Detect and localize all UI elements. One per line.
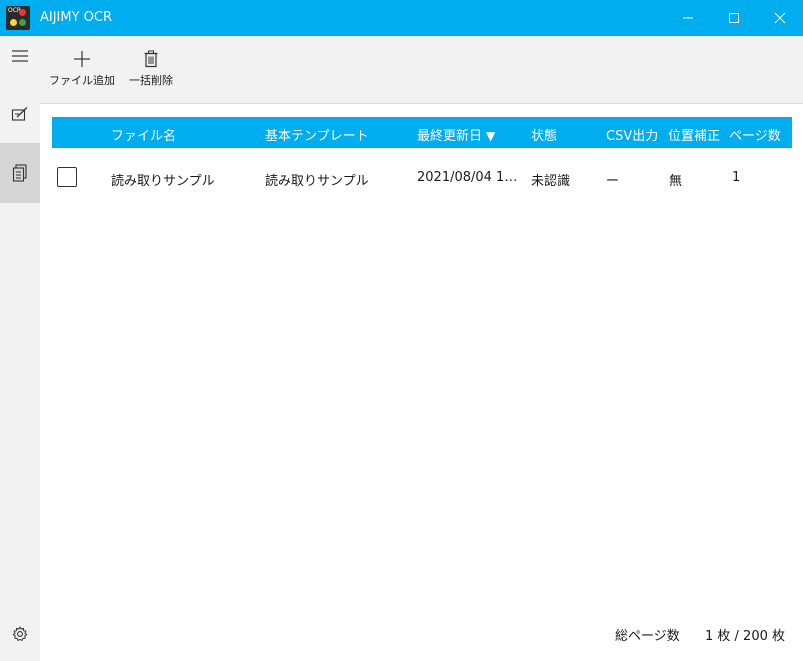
nav-item-documents[interactable] — [0, 143, 40, 203]
cell-csv-output: ー — [606, 174, 620, 189]
title-bar: OCR AIJIMY OCR — [0, 0, 803, 36]
cell-filename: 読み取りサンプル — [111, 174, 215, 189]
table-row[interactable]: 読み取りサンプル 読み取りサンプル 2021/08/04 13:... 未認識 … — [52, 148, 792, 208]
file-table: ファイル名 基本テンプレート 最終更新日 ▼ 状態 CSV出力 位置補正 ページ数… — [52, 117, 792, 208]
command-bar: ファイル追加 一括削除 — [40, 36, 803, 104]
trash-icon — [144, 50, 158, 68]
column-header-template[interactable]: 基本テンプレート — [265, 125, 369, 144]
total-pages-label: 総ページ数 — [615, 629, 680, 644]
edit-document-icon — [11, 107, 28, 121]
plus-icon — [74, 51, 90, 67]
cell-status: 未認識 — [531, 174, 571, 189]
bulk-delete-button[interactable]: 一括削除 — [124, 50, 178, 88]
page-count-value: 1 枚 / 200 枚 — [705, 629, 785, 644]
add-file-button[interactable]: ファイル追加 — [49, 50, 115, 88]
column-header-status[interactable]: 状態 — [531, 125, 557, 144]
sort-descending-icon: ▼ — [486, 129, 496, 143]
column-header-filename[interactable]: ファイル名 — [111, 125, 176, 144]
column-header-page-count[interactable]: ページ数 — [729, 125, 781, 144]
table-header: ファイル名 基本テンプレート 最終更新日 ▼ 状態 CSV出力 位置補正 ページ数 — [52, 117, 792, 148]
gear-icon — [12, 626, 28, 642]
bulk-delete-label: 一括削除 — [129, 74, 173, 87]
close-icon — [774, 12, 786, 24]
minimize-button[interactable] — [665, 0, 711, 36]
hamburger-menu-icon — [12, 50, 28, 62]
documents-icon — [12, 164, 27, 182]
add-file-label: ファイル追加 — [49, 74, 115, 87]
row-checkbox[interactable] — [57, 167, 77, 187]
navigation-rail — [0, 36, 40, 661]
cell-updated: 2021/08/04 13:... — [417, 170, 525, 185]
maximize-icon — [729, 13, 739, 23]
minimize-icon — [683, 17, 693, 19]
cell-page-count: 1 — [732, 170, 741, 185]
column-header-csv-output[interactable]: CSV出力 — [606, 125, 658, 144]
window-title: AIJIMY OCR — [40, 10, 113, 25]
close-button[interactable] — [757, 0, 803, 36]
column-header-updated[interactable]: 最終更新日 ▼ — [417, 125, 495, 144]
app-logo-icon: OCR — [6, 6, 30, 30]
column-header-position-correction[interactable]: 位置補正 — [668, 125, 720, 144]
hamburger-menu-button[interactable] — [0, 36, 40, 76]
cell-template: 読み取りサンプル — [265, 174, 369, 189]
cell-position-correction: 無 — [669, 174, 683, 189]
maximize-button[interactable] — [711, 0, 757, 36]
settings-button[interactable] — [0, 614, 40, 654]
nav-item-edit[interactable] — [0, 94, 40, 134]
